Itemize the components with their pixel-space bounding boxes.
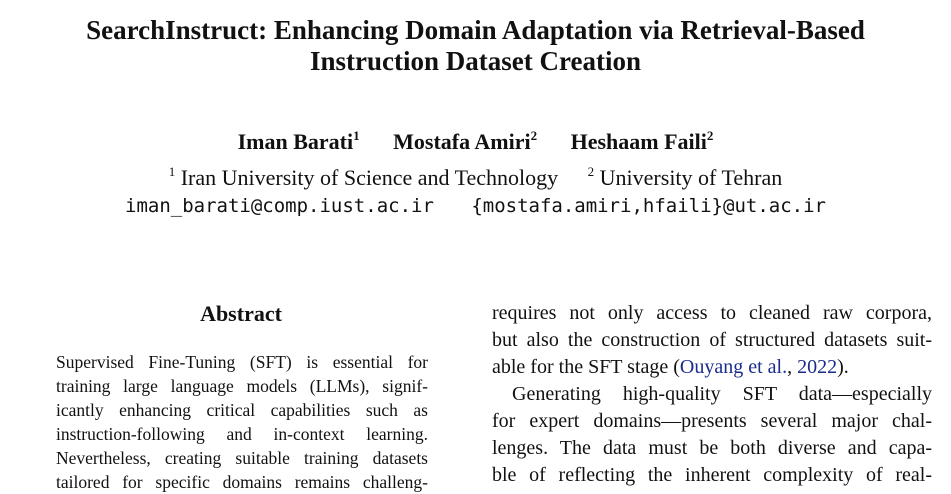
author-list: Iman Barati1 Mostafa Amiri2 Heshaam Fail… — [0, 122, 951, 156]
body-line: ble of reflecting the inherent complexit… — [492, 464, 932, 486]
body-line: requires not only access to cleaned raw … — [492, 302, 932, 324]
author-affiliation-marker: 2 — [530, 128, 538, 143]
abstract-line: icantly enhancing critical capabilities … — [56, 400, 428, 420]
affiliation-2: 2 University of Tehran — [588, 158, 783, 192]
author-2: Mostafa Amiri2 — [393, 122, 537, 156]
abstract-line: instruction-following and in-context lea… — [56, 424, 428, 444]
abstract-heading: Abstract — [200, 301, 282, 326]
body-line: but also the construction of structured … — [492, 329, 932, 351]
affiliation-1: 1 Iran University of Science and Technol… — [169, 158, 558, 192]
intro-body: requires not only access to cleaned raw … — [492, 300, 932, 489]
affiliation-marker: 2 — [587, 164, 595, 179]
citation-link[interactable]: Ouyang et al. — [680, 356, 787, 378]
abstract-line: Nevertheless, creating suitable training… — [56, 448, 428, 468]
author-name: Heshaam Faili — [570, 129, 707, 154]
paper-title-line-1: SearchInstruct: Enhancing Domain Adaptat… — [86, 15, 865, 45]
email-1: iman_barati@comp.iust.ac.ir — [125, 195, 434, 217]
email-list: iman_barati@comp.iust.ac.ir {mostafa.ami… — [0, 193, 951, 219]
affiliation-name: Iran University of Science and Technolog… — [180, 165, 559, 190]
author-1: Iman Barati1 — [238, 122, 360, 156]
body-line-with-citation: able for the SFT stage (Ouyang et al., 2… — [492, 354, 932, 381]
citation-separator: , — [787, 356, 798, 378]
abstract-line: training large language models (LLMs), s… — [56, 376, 428, 396]
abstract-line: tailored for specific domains remains ch… — [56, 472, 428, 492]
citation-author: Ouyang et al. — [679, 356, 788, 378]
author-affiliation-marker: 2 — [706, 128, 714, 143]
affiliation-marker: 1 — [168, 164, 176, 179]
body-line: for expert domains—presents several majo… — [492, 410, 932, 432]
author-name: Mostafa Amiri — [393, 129, 531, 154]
abstract-line: Supervised Fine-Tuning (SFT) is essentia… — [56, 352, 428, 372]
affiliation-list: 1 Iran University of Science and Technol… — [0, 158, 951, 192]
email-2: {mostafa.amiri,hfaili}@ut.ac.ir — [471, 195, 826, 217]
body-text: ). — [837, 356, 849, 378]
author-3: Heshaam Faili2 — [571, 122, 714, 156]
author-name: Iman Barati — [237, 129, 354, 154]
author-affiliation-marker: 1 — [353, 128, 360, 143]
citation-year-link[interactable]: 2022 — [797, 356, 837, 378]
paper-title-line-2: Instruction Dataset Creation — [310, 46, 641, 76]
affiliation-name: University of Tehran — [599, 165, 783, 190]
body-line: lenges. The data must be both diverse an… — [492, 437, 932, 459]
body-text: able for the SFT stage ( — [492, 356, 680, 378]
abstract-body: Supervised Fine-Tuning (SFT) is essentia… — [56, 350, 428, 494]
body-line: Generating high-quality SFT data—especia… — [512, 383, 932, 405]
